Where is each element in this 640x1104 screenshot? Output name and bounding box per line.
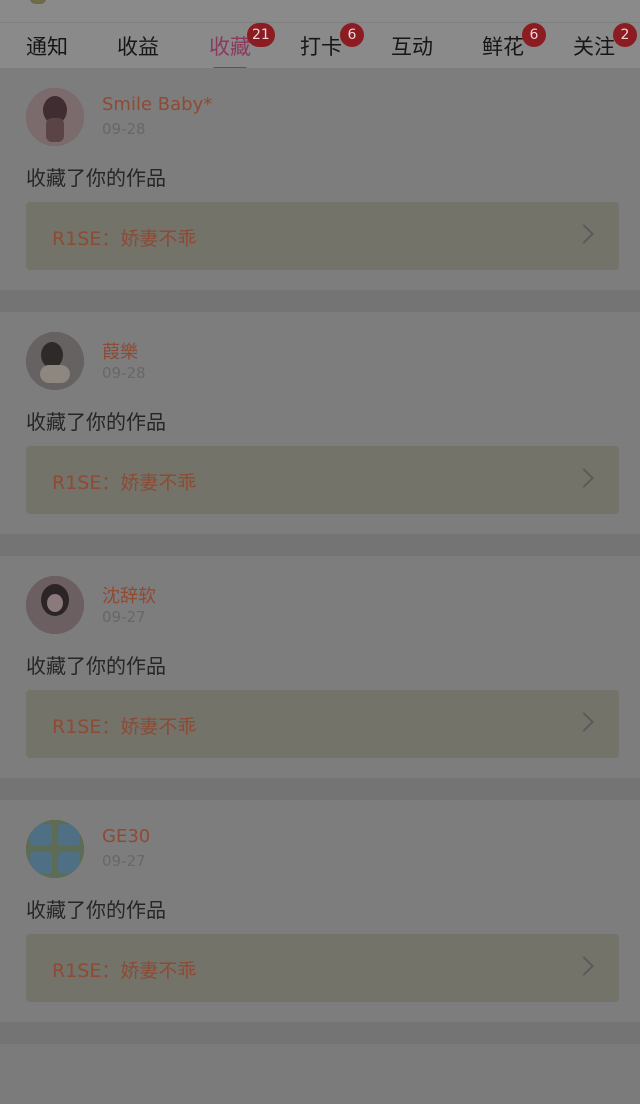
chevron-right-icon <box>574 956 594 976</box>
avatar[interactable] <box>26 88 84 146</box>
work-link[interactable]: R1SE：娇妻不乖 <box>26 934 619 1002</box>
tab-flowers[interactable]: 鲜花 6 <box>482 23 546 61</box>
work-title: R1SE：娇妻不乖 <box>52 716 197 738</box>
tab-label: 鲜花 <box>482 35 524 59</box>
activity-text: 收藏了你的作品 <box>26 166 166 190</box>
divider <box>0 1022 640 1044</box>
work-title: R1SE：娇妻不乖 <box>52 960 197 982</box>
work-link[interactable]: R1SE：娇妻不乖 <box>26 690 619 758</box>
timestamp: 09-28 <box>102 120 146 138</box>
avatar[interactable] <box>26 820 84 878</box>
badge: 2 <box>613 23 637 47</box>
tab-label: 收益 <box>117 35 159 59</box>
activity-text: 收藏了你的作品 <box>26 898 166 922</box>
username[interactable]: Smile Baby* <box>102 94 212 115</box>
tab-label: 关注 <box>573 35 615 59</box>
badge: 6 <box>340 23 364 47</box>
badge: 21 <box>247 23 275 47</box>
activity-text: 收藏了你的作品 <box>26 654 166 678</box>
tab-follow[interactable]: 关注 2 <box>573 23 637 61</box>
username[interactable]: GE30 <box>102 826 150 847</box>
chevron-right-icon <box>574 712 594 732</box>
tab-label: 打卡 <box>300 35 342 59</box>
tab-bar: 通知 收益 收藏 21 打卡 6 互动 鲜花 6 关注 2 <box>0 22 640 71</box>
timestamp: 09-27 <box>102 608 146 626</box>
tab-checkin[interactable]: 打卡 6 <box>300 23 364 61</box>
list-bottom-space <box>0 1044 640 1104</box>
timestamp: 09-27 <box>102 852 146 870</box>
username[interactable]: 沈辞软 <box>102 582 156 608</box>
work-link[interactable]: R1SE：娇妻不乖 <box>26 446 619 514</box>
tab-income[interactable]: 收益 <box>117 31 159 61</box>
divider <box>0 778 640 800</box>
notification-feed: Smile Baby* 09-28 收藏了你的作品 R1SE：娇妻不乖 葭樂 0… <box>0 68 640 1104</box>
tab-favorites[interactable]: 收藏 21 <box>209 23 275 71</box>
list-item: 沈辞软 09-27 收藏了你的作品 R1SE：娇妻不乖 <box>0 556 640 778</box>
divider <box>0 534 640 556</box>
status-strip <box>0 0 640 22</box>
list-item: Smile Baby* 09-28 收藏了你的作品 R1SE：娇妻不乖 <box>0 68 640 290</box>
tab-label: 互动 <box>391 35 433 59</box>
work-title: R1SE：娇妻不乖 <box>52 228 197 250</box>
work-link[interactable]: R1SE：娇妻不乖 <box>26 202 619 270</box>
tab-notifications[interactable]: 通知 <box>26 31 68 61</box>
work-title: R1SE：娇妻不乖 <box>52 472 197 494</box>
list-item: GE30 09-27 收藏了你的作品 R1SE：娇妻不乖 <box>0 800 640 1022</box>
username[interactable]: 葭樂 <box>102 338 138 364</box>
timestamp: 09-28 <box>102 364 146 382</box>
activity-text: 收藏了你的作品 <box>26 410 166 434</box>
tab-label: 收藏 <box>209 35 251 59</box>
chevron-right-icon <box>574 468 594 488</box>
tab-label: 通知 <box>26 35 68 59</box>
avatar[interactable] <box>26 332 84 390</box>
avatar[interactable] <box>26 576 84 634</box>
divider <box>0 290 640 312</box>
badge: 6 <box>522 23 546 47</box>
app-icon <box>30 0 46 4</box>
tab-interaction[interactable]: 互动 <box>391 31 433 61</box>
chevron-right-icon <box>574 224 594 244</box>
list-item: 葭樂 09-28 收藏了你的作品 R1SE：娇妻不乖 <box>0 312 640 534</box>
